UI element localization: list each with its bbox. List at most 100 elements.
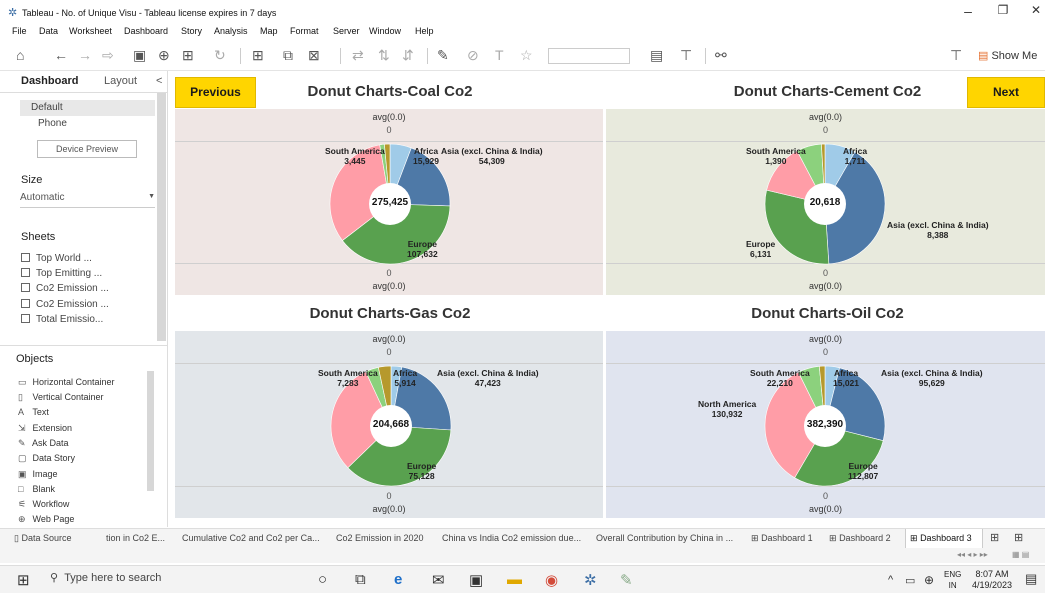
sheet-item[interactable]: Total Emissio...: [21, 314, 103, 325]
new-dashboard-tab-icon[interactable]: ⊞: [1014, 531, 1023, 544]
collapse-pane-button[interactable]: <: [156, 75, 162, 87]
coal-chart-panel[interactable]: avg(0.0) 0 0 avg(0.0) 275,425 South Amer…: [175, 109, 603, 295]
group-icon[interactable]: ⊘: [467, 47, 479, 64]
tab-dashboard-3[interactable]: ⊞ Dashboard 3: [910, 533, 972, 544]
close-button[interactable]: ✕: [1026, 3, 1045, 17]
object-ask-data[interactable]: ✎ Ask Data: [18, 438, 69, 449]
sheet-nav-icons[interactable]: ◂◂ ◂ ▸ ▸▸: [957, 550, 988, 559]
menu-worksheet[interactable]: Worksheet: [69, 26, 112, 36]
show-cards-icon[interactable]: ▤: [650, 47, 663, 64]
share-icon[interactable]: ⚯: [715, 47, 727, 64]
edge-icon[interactable]: e: [394, 571, 402, 588]
object-horizontal-container[interactable]: ▭ Horizontal Container: [18, 377, 115, 388]
swap-icon[interactable]: ⇄: [352, 47, 364, 64]
sheet-tab[interactable]: Overall Contribution by China in ...: [596, 533, 733, 543]
device-phone[interactable]: Phone: [38, 118, 67, 129]
network-icon[interactable]: ⊕: [924, 573, 934, 587]
menu-file[interactable]: File: [12, 26, 27, 36]
paint-icon[interactable]: ✎: [620, 571, 633, 589]
object-blank[interactable]: □ Blank: [18, 484, 55, 494]
windows-start-icon[interactable]: ⊞: [17, 571, 30, 589]
cement-chart-panel[interactable]: avg(0.0) 0 0 avg(0.0) 20,618 South Ameri…: [606, 109, 1045, 295]
minimize-button[interactable]: –: [958, 3, 978, 19]
replay-icon[interactable]: ⇨: [102, 47, 114, 64]
undo-icon[interactable]: ←: [54, 47, 68, 63]
gas-chart-panel[interactable]: avg(0.0) 0 0 avg(0.0) 204,668 South Amer…: [175, 331, 603, 518]
presentation-mode-icon[interactable]: ⊤: [950, 47, 962, 64]
device-default[interactable]: Default: [31, 102, 63, 113]
pin-icon[interactable]: ☆: [520, 47, 533, 64]
size-dropdown[interactable]: Automatic ▼: [20, 192, 155, 208]
menu-story[interactable]: Story: [181, 26, 202, 36]
redo-icon[interactable]: →: [78, 47, 92, 63]
duplicate-icon[interactable]: ⧉: [283, 47, 293, 64]
show-me-button[interactable]: ▤ Show Me: [978, 49, 1037, 62]
restore-button[interactable]: ❐: [993, 3, 1013, 17]
chrome-icon[interactable]: ◉: [545, 571, 558, 589]
notification-icon[interactable]: ▤: [1025, 571, 1037, 587]
tab-dashboard[interactable]: Dashboard: [21, 75, 78, 87]
object-workflow[interactable]: ⚟ Workflow: [18, 499, 69, 510]
previous-button[interactable]: Previous: [175, 77, 256, 108]
object-web-page[interactable]: ⊕ Web Page: [18, 514, 74, 525]
language-indicator[interactable]: ENG IN: [944, 569, 961, 591]
view-mode-icons[interactable]: ▦ ▤: [1012, 550, 1029, 559]
sheet-item[interactable]: Top Emitting ...: [21, 268, 102, 279]
save-icon[interactable]: ▣: [133, 47, 146, 64]
tab-layout[interactable]: Layout: [104, 75, 137, 87]
tab-dashboard-1[interactable]: ⊞ Dashboard 1: [751, 533, 813, 544]
presentation-icon[interactable]: ⊤: [680, 47, 692, 64]
label-icon[interactable]: T: [495, 47, 504, 63]
sheet-tab[interactable]: Co2 Emission in 2020: [336, 533, 424, 543]
new-worksheet-icon[interactable]: ⊞: [252, 47, 264, 64]
sheet-tab[interactable]: tion in Co2 E...: [106, 533, 165, 543]
highlight-icon[interactable]: ✎: [437, 47, 449, 64]
sheet-item[interactable]: Co2 Emission ...: [21, 283, 109, 294]
tab-dashboard-2[interactable]: ⊞ Dashboard 2: [829, 533, 891, 544]
sort-ascending-icon[interactable]: ⇅: [378, 47, 390, 64]
toolbar-separator: [427, 48, 428, 64]
sort-descending-icon[interactable]: ⇵: [402, 47, 414, 64]
menu-window[interactable]: Window: [369, 26, 401, 36]
fit-dropdown[interactable]: [548, 48, 630, 64]
battery-icon[interactable]: ▭: [905, 574, 915, 587]
menu-dashboard[interactable]: Dashboard: [124, 26, 168, 36]
taskbar-search[interactable]: ⚲ Type here to search: [50, 571, 161, 584]
sheet-item[interactable]: Co2 Emission ...: [21, 299, 109, 310]
menu-analysis[interactable]: Analysis: [214, 26, 248, 36]
mail-icon[interactable]: ✉: [432, 571, 445, 589]
menu-map[interactable]: Map: [260, 26, 278, 36]
menu-data[interactable]: Data: [39, 26, 58, 36]
task-view-icon[interactable]: ⧉: [355, 571, 366, 588]
file-explorer-icon[interactable]: ▬: [507, 571, 522, 588]
clock[interactable]: 8:07 AM 4/19/2023: [972, 569, 1012, 591]
menu-help[interactable]: Help: [415, 26, 434, 36]
new-data-source-icon[interactable]: ⊕: [158, 47, 170, 64]
store-icon[interactable]: ▣: [469, 571, 483, 589]
object-vertical-container[interactable]: ▯ Vertical Container: [18, 392, 104, 403]
new-worksheet-tab-icon[interactable]: ⊞: [990, 531, 999, 544]
object-image[interactable]: ▣ Image: [18, 469, 58, 480]
clear-sheet-icon[interactable]: ⊠: [308, 47, 320, 64]
objects-scrollbar[interactable]: [147, 371, 154, 491]
sheet-item[interactable]: Top World ...: [21, 253, 92, 264]
tableau-taskbar-icon[interactable]: ✲: [584, 571, 597, 589]
menu-server[interactable]: Server: [333, 26, 360, 36]
refresh-icon[interactable]: ↻: [214, 47, 226, 64]
object-text[interactable]: A Text: [18, 407, 49, 417]
tab-data-source[interactable]: ▯ Data Source: [14, 533, 72, 544]
device-preview-button[interactable]: Device Preview: [37, 140, 137, 158]
menu-format[interactable]: Format: [290, 26, 319, 36]
slice-label-south-america: South America 22,210: [750, 368, 810, 388]
sheets-scrollbar[interactable]: [157, 93, 166, 341]
cortana-icon[interactable]: ○: [318, 571, 327, 588]
sheet-tab[interactable]: China vs India Co2 emission due...: [442, 533, 581, 543]
oil-chart-panel[interactable]: avg(0.0) 0 0 avg(0.0) 382,390 South Amer…: [606, 331, 1045, 518]
object-extension[interactable]: ⇲ Extension: [18, 423, 72, 434]
tray-chevron-icon[interactable]: ^: [888, 574, 893, 586]
object-data-story[interactable]: ▢ Data Story: [18, 453, 75, 464]
new-sheet-icon[interactable]: ⊞: [182, 47, 194, 64]
home-icon[interactable]: ⌂: [16, 47, 24, 63]
next-button[interactable]: Next: [967, 77, 1045, 108]
sheet-tab[interactable]: Cumulative Co2 and Co2 per Ca...: [182, 533, 320, 543]
